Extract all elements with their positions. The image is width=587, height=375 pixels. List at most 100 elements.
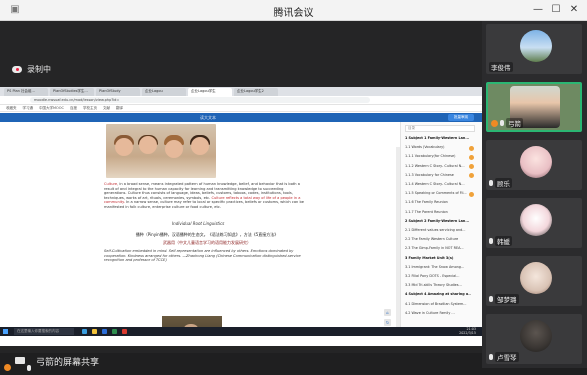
- shared-screen: PS Plan 社会组... PlanOfStudies学生... PlanOf…: [0, 87, 482, 346]
- address-bar: moodle.nwsuaf.edu.cn/mod/lesson/view.php…: [0, 96, 482, 105]
- outline-item[interactable]: 2 Subject 2 Family-Western Lan...: [405, 219, 471, 223]
- browser-tab[interactable]: 企业Lagou: [142, 88, 186, 96]
- screen-share-icon: [15, 357, 25, 364]
- status-dot-icon: [469, 145, 474, 151]
- document-page: Culture, in a broad sense, means integra…: [82, 122, 314, 327]
- bookmark[interactable]: 收藏夹: [6, 105, 17, 111]
- browser-tab[interactable]: PS Plan 社会组...: [4, 88, 48, 96]
- user-icon: [4, 356, 14, 371]
- avatar: [520, 320, 552, 352]
- status-dot-icon: [469, 164, 474, 170]
- video-still[interactable]: [162, 316, 222, 327]
- host-icon: [491, 119, 498, 127]
- outline-item[interactable]: 1.1.1 Vocabulary(for Chinese): [405, 154, 471, 158]
- app-title: 读大文本: [200, 115, 216, 120]
- outline-item[interactable]: 1.1.7 The Parent Reunion: [405, 210, 471, 214]
- family-photo: [106, 124, 216, 178]
- edge-icon[interactable]: [82, 329, 87, 334]
- mic-muted-icon: [489, 238, 493, 244]
- pin-icon[interactable]: ▣: [8, 3, 22, 17]
- close-button[interactable]: ✕: [567, 3, 581, 17]
- outline-item[interactable]: 2.2 The Family Western Culture: [405, 237, 471, 241]
- meeting-icon[interactable]: [112, 329, 117, 334]
- participant-tile[interactable]: 韩媛: [486, 198, 582, 248]
- chinese-line-2: 武器用（中文儿童语言学习的语用能力发展研究）: [163, 240, 251, 245]
- avatar: [520, 30, 552, 62]
- participant-name: 邹梦璐: [495, 294, 519, 304]
- left-margin: [0, 122, 82, 327]
- cloud-record-icon: [12, 66, 22, 73]
- shared-screen-stage: 录制中 PS Plan 社会组... PlanOfStudies学生... Pl…: [0, 21, 482, 353]
- outline-item[interactable]: 3.3 Mid Tri-skills Theory Studies...: [405, 283, 471, 287]
- refresh-icon[interactable]: ↻: [384, 319, 391, 326]
- app-header: 读大文本 批量审阅: [0, 113, 482, 122]
- outline-item[interactable]: 1 Subject 1 Family-Western Lan...: [405, 136, 471, 140]
- participant-name: 韩媛: [495, 236, 512, 246]
- participant-tile[interactable]: 顾乐: [486, 140, 582, 190]
- outline-search[interactable]: 目录: [405, 125, 475, 132]
- status-dot-icon: [469, 173, 474, 179]
- participant-tile[interactable]: 邹梦璐: [486, 256, 582, 306]
- bookmark[interactable]: 中国大学MOOC: [39, 105, 64, 111]
- taskbar-clock: 21:03 2022/3/15: [459, 327, 476, 335]
- outline-item[interactable]: 3.1 Immigrant: The Snow Among...: [405, 265, 471, 269]
- avatar: [520, 262, 552, 294]
- paragraph-culture: Culture, in a broad sense, means integra…: [104, 182, 304, 209]
- browser-tab[interactable]: PlanOfStudies学生...: [50, 88, 94, 96]
- outline-item[interactable]: 1.1.5 Speaking or Comments of Fil...: [405, 191, 471, 195]
- title-bar: 腾讯会议 ▣ — ☐ ✕: [0, 0, 587, 21]
- url-field[interactable]: moodle.nwsuaf.edu.cn/mod/lesson/view.php…: [30, 97, 370, 103]
- outline-item[interactable]: 1.1.2 Western C Story- Cultural N...: [405, 164, 471, 168]
- browser-tabs: PS Plan 社会组... PlanOfStudies学生... PlanOf…: [0, 87, 482, 96]
- participant-name: 弓箭: [506, 118, 523, 128]
- folder-icon[interactable]: [92, 329, 97, 334]
- recording-indicator[interactable]: 录制中: [12, 64, 51, 75]
- outline-item[interactable]: 4.1 Dimension of Brazilian System...: [405, 302, 471, 306]
- status-dot-icon: [469, 154, 474, 160]
- mic-muted-icon: [489, 296, 493, 302]
- maximize-button[interactable]: ☐: [549, 3, 563, 17]
- outline-item[interactable]: 3.2 Filial Pony DOTS - Especial...: [405, 274, 471, 278]
- bookmark[interactable]: 文献: [103, 105, 110, 111]
- home-icon[interactable]: ⌂: [384, 309, 391, 316]
- section-heading: Individual Root Linguistics: [172, 221, 225, 226]
- outline-panel: 目录 1 Subject 1 Family-Western Lan... 1.1 …: [400, 122, 482, 327]
- word-icon[interactable]: [102, 329, 107, 334]
- browser-tab-active[interactable]: 企业Lagou学生: [188, 88, 232, 96]
- taskbar-search[interactable]: 在这里输入你要搜索的内容: [14, 328, 74, 335]
- outline-item[interactable]: 4.2 Wave in Culture Family ...: [405, 311, 471, 315]
- outline-item[interactable]: 1.1.3 Vocabulary for Chinese: [405, 173, 471, 177]
- windows-start-icon[interactable]: [3, 329, 8, 334]
- participant-tile[interactable]: 李俊伟: [486, 24, 582, 74]
- bookmark[interactable]: 学习通: [23, 105, 34, 111]
- outline-item[interactable]: 4 Subject 4 Amazing at sharing a...: [405, 292, 471, 296]
- paragraph-quote: Self-Cultivation embedded in mind. Self-…: [104, 249, 301, 263]
- outline-item[interactable]: 3 Family Market Unit 3(s): [405, 256, 471, 260]
- browser-tab[interactable]: PlanOfStudy: [96, 88, 140, 96]
- participant-name: 卢雪琴: [495, 352, 519, 362]
- app-icon[interactable]: [122, 329, 127, 334]
- presenter-bar: 弓箭的屏幕共享: [0, 353, 482, 371]
- presenter-label: 弓箭的屏幕共享: [36, 358, 100, 368]
- participant-tile[interactable]: 卢雪琴: [486, 314, 582, 364]
- action-button[interactable]: 批量审阅: [448, 114, 474, 121]
- participant-name: 顾乐: [495, 178, 512, 188]
- browser-tab[interactable]: 企业Lagou学生2: [234, 88, 278, 96]
- outline-item[interactable]: 1.1.6 The Family Reunion: [405, 200, 471, 204]
- outline-item[interactable]: 2.3 The Gimp-Family in NOT REA...: [405, 246, 471, 250]
- mic-muted-icon: [489, 180, 493, 186]
- participant-name: 李俊伟: [489, 62, 513, 72]
- bookmarks-bar: 收藏夹 学习通 中国大学MOOC 百度 学校主页 文献 翻译: [0, 105, 482, 112]
- windows-taskbar: 在这里输入你要搜索的内容 21:03 2022/3/15: [0, 327, 482, 336]
- participant-tile-active[interactable]: 弓箭: [486, 82, 582, 132]
- minimize-button[interactable]: —: [531, 3, 545, 17]
- outline-item[interactable]: 1.1.4 Western C Story- Cultural N...: [405, 182, 471, 186]
- outline-item[interactable]: 2.1 Different values servicing and...: [405, 228, 471, 232]
- bookmark[interactable]: 百度: [70, 105, 77, 111]
- avatar: [520, 146, 552, 178]
- bookmark[interactable]: 翻译: [116, 105, 123, 111]
- recording-label: 录制中: [27, 65, 51, 74]
- bookmark[interactable]: 学校主页: [83, 105, 97, 111]
- mic-muted-icon: [489, 354, 493, 360]
- outline-item[interactable]: 1.1 Words (Vocabulary): [405, 145, 471, 149]
